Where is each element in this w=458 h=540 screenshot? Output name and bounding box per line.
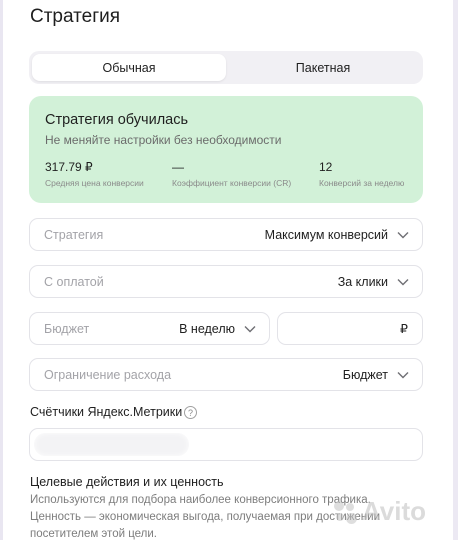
status-title: Стратегия обучилась xyxy=(45,112,189,128)
payment-select[interactable]: С оплатой За клики xyxy=(29,265,423,298)
metric-value: 12 xyxy=(319,160,333,174)
goals-title: Целевые действия и их ценность xyxy=(30,475,224,489)
metric-value: — xyxy=(172,160,184,174)
tab-regular[interactable]: Обычная xyxy=(32,54,226,81)
field-value: В неделю xyxy=(179,321,235,336)
counter-chip[interactable] xyxy=(34,433,189,456)
tab-batch[interactable]: Пакетная xyxy=(226,54,420,81)
page-title: Стратегия xyxy=(30,6,121,27)
field-value: Бюджет xyxy=(342,367,388,382)
scrollbar-track[interactable] xyxy=(453,0,458,540)
strategy-select[interactable]: Стратегия Максимум конверсий xyxy=(29,218,423,251)
avito-watermark: Avito xyxy=(332,496,426,527)
field-label: Бюджет xyxy=(44,321,90,336)
avito-logo-icon xyxy=(332,499,358,525)
field-value: За клики xyxy=(337,274,388,289)
metric-label: Средняя цена конверсии xyxy=(45,178,144,188)
metrika-counters-title: Счётчики Яндекс.Метрики xyxy=(30,405,183,419)
help-icon[interactable]: ? xyxy=(184,406,197,419)
metric-conversions-week: 12 Конверсий за неделю xyxy=(319,160,404,188)
field-label: Ограничение расхода xyxy=(44,367,172,382)
field-value: Максимум конверсий xyxy=(264,227,388,242)
chevron-down-icon xyxy=(396,368,410,382)
status-subtitle: Не меняйте настройки без необходимости xyxy=(45,133,282,147)
metric-label: Коэффициент конверсии (CR) xyxy=(172,178,292,188)
mode-segmented-control: Обычная Пакетная xyxy=(29,51,423,84)
watermark-text: Avito xyxy=(362,496,427,526)
budget-period-select[interactable]: Бюджет В неделю xyxy=(29,312,270,345)
field-label: Стратегия xyxy=(44,227,104,242)
metric-value: 317.79 ₽ xyxy=(45,160,93,174)
currency-symbol: ₽ xyxy=(400,322,408,336)
budget-amount-input[interactable]: ₽ xyxy=(277,312,423,345)
left-frame-edge xyxy=(0,0,3,540)
goals-line: посетителем этой цели. xyxy=(30,528,158,540)
metric-avg-cost: 317.79 ₽ Средняя цена конверсии xyxy=(45,160,144,188)
metric-label: Конверсий за неделю xyxy=(319,178,405,188)
strategy-status-card: Стратегия обучилась Не меняйте настройки… xyxy=(29,96,423,203)
metrika-counter-field[interactable] xyxy=(29,428,423,461)
chevron-down-icon xyxy=(396,228,410,242)
chevron-down-icon xyxy=(243,322,257,336)
metric-cr: — Коэффициент конверсии (CR) xyxy=(172,160,291,188)
spend-limit-select[interactable]: Ограничение расхода Бюджет xyxy=(29,358,423,391)
chevron-down-icon xyxy=(396,275,410,289)
field-label: С оплатой xyxy=(44,274,104,289)
